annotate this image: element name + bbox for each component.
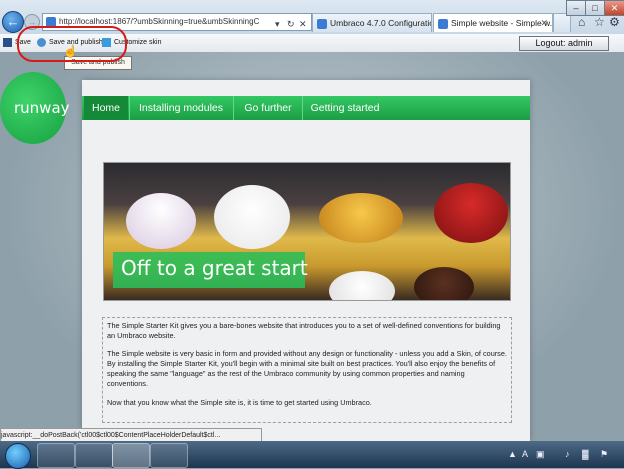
- window-close-button[interactable]: ✕: [604, 0, 624, 16]
- chocolate-cake-shape: [414, 267, 474, 300]
- berry-cake-shape: [434, 183, 508, 243]
- language-tray-icon[interactable]: A: [522, 449, 528, 459]
- intro-paragraph: Now that you know what the Simple site i…: [107, 398, 372, 407]
- media-icon[interactable]: [150, 443, 188, 468]
- maximize-button[interactable]: □: [585, 0, 605, 16]
- nav-item-home[interactable]: Home: [84, 96, 128, 120]
- network-tray-icon[interactable]: ▲: [508, 449, 517, 459]
- explorer-icon[interactable]: [37, 443, 75, 468]
- intro-paragraph: The Simple Starter Kit gives you a bare-…: [107, 321, 501, 340]
- nav-item-go-further[interactable]: Go further: [235, 96, 301, 120]
- close-icon[interactable]: ✕: [540, 14, 548, 32]
- nav-item-installing-modules[interactable]: Installing modules: [131, 96, 231, 120]
- hero-caption: Off to a great start: [121, 256, 308, 280]
- minimize-button[interactable]: –: [566, 0, 586, 16]
- floppy-icon: [3, 37, 12, 47]
- refresh-icon[interactable]: ↻: [287, 16, 295, 32]
- network-icon[interactable]: [75, 443, 113, 468]
- page-icon: [317, 18, 327, 29]
- bunny-cake-shape: [214, 185, 290, 249]
- tab-label: Umbraco 4.7.0 Configuration...: [330, 18, 431, 28]
- nav-item-getting-started[interactable]: Getting started: [304, 96, 386, 120]
- ime-tray-icon[interactable]: ▣: [536, 449, 545, 460]
- nav-divider: [129, 96, 130, 120]
- favorites-star-icon[interactable]: ☆: [594, 15, 605, 29]
- stop-icon[interactable]: ✕: [299, 16, 307, 32]
- cream-cake-shape: [329, 271, 395, 300]
- ie-icon[interactable]: [112, 443, 150, 468]
- tab-umbraco-config[interactable]: Umbraco 4.7.0 Configuration...: [312, 13, 432, 32]
- nav-divider: [233, 96, 234, 120]
- network-icon[interactable]: ▓: [582, 449, 589, 459]
- nav-divider: [302, 96, 303, 120]
- page-icon: [438, 18, 448, 29]
- tab-simple-website[interactable]: Simple website - Simple w... ✕: [433, 13, 553, 32]
- logout-button[interactable]: Logout: admin: [519, 36, 609, 51]
- volume-icon[interactable]: ♪: [565, 449, 570, 459]
- search-dropdown-icon[interactable]: ▾: [275, 16, 280, 32]
- mouse-cursor-icon: ☝: [63, 44, 78, 58]
- intro-paragraph: The Simple website is very basic in form…: [107, 349, 507, 388]
- logo-text: runway: [14, 99, 70, 117]
- cheesecake-shape: [319, 193, 403, 243]
- start-button[interactable]: [5, 443, 31, 469]
- tab-label: Simple website - Simple w...: [451, 18, 553, 28]
- cake-shape: [126, 193, 196, 249]
- flag-icon[interactable]: ⚑: [600, 449, 608, 460]
- gear-icon[interactable]: ⚙: [609, 15, 620, 29]
- home-icon[interactable]: ⌂: [578, 15, 585, 29]
